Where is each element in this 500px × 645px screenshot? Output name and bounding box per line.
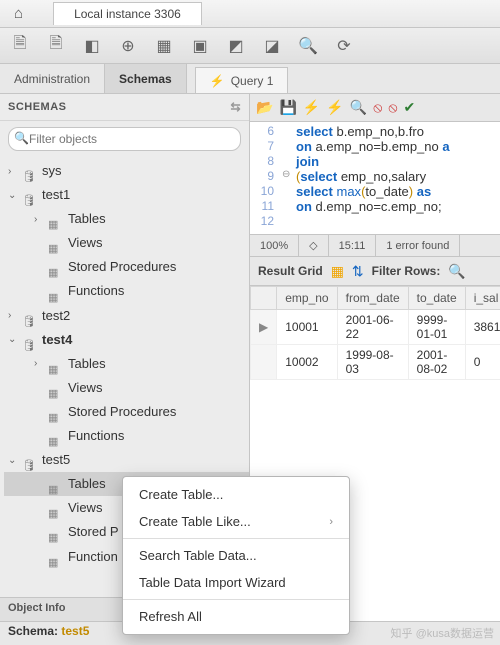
folder-icon (48, 478, 64, 490)
ctx-create-table-[interactable]: Create Table... (123, 481, 349, 508)
folder-icon (48, 430, 64, 442)
execute-icon[interactable]: ⚡ (303, 99, 320, 116)
new-schema-icon[interactable]: ⊕ (116, 34, 140, 58)
ctx-refresh-all[interactable]: Refresh All (123, 603, 349, 630)
tree-node-test2[interactable]: ›test2 (4, 304, 249, 328)
commit-icon[interactable]: ✔ (403, 99, 415, 116)
filter-rows-label: Filter Rows: (372, 264, 441, 278)
schemas-title: SCHEMAS (8, 101, 67, 113)
search-icon: 🔍 (14, 131, 29, 145)
grid-icon[interactable]: ▦ (331, 263, 344, 280)
tab-schemas[interactable]: Schemas (105, 64, 187, 93)
tree-fn[interactable]: Functions (4, 279, 249, 303)
schema-label: Schema: (8, 624, 58, 638)
schemas-header: SCHEMAS ⇆ (0, 94, 249, 121)
tree-sp[interactable]: Stored Procedures (4, 400, 249, 424)
tree-tables[interactable]: ›Tables (4, 352, 249, 376)
open-icon[interactable]: 📂 (256, 99, 273, 116)
watermark: 知乎 @kusa数据运营 (391, 625, 494, 641)
folder-icon (48, 382, 64, 394)
folder-icon (48, 261, 64, 273)
folder-icon (48, 358, 64, 370)
db-icon (22, 165, 38, 177)
tree-fn[interactable]: Functions (4, 424, 249, 448)
refresh-arrows-icon[interactable]: ⇆ (230, 100, 241, 114)
folder-icon (48, 551, 64, 563)
reconnect-icon[interactable]: ⟳ (332, 34, 356, 58)
ctx-search-table-data-[interactable]: Search Table Data... (123, 542, 349, 569)
folder-icon (48, 237, 64, 249)
save-icon[interactable]: 💾 (279, 99, 296, 116)
new-view-icon[interactable]: ▣ (188, 34, 212, 58)
db-icon (22, 334, 38, 346)
execute-step-icon[interactable]: ⚡ (326, 99, 343, 116)
filter-input[interactable] (8, 127, 241, 151)
ctx-create-table-like-[interactable]: Create Table Like...› (123, 508, 349, 535)
tree-node-sys[interactable]: ›sys (4, 159, 249, 183)
explain-icon[interactable]: 🔍 (350, 99, 367, 116)
folder-icon (48, 286, 64, 298)
kill-icon[interactable]: ⦸ (388, 99, 397, 116)
tab-administration[interactable]: Administration (0, 64, 105, 93)
home-icon[interactable]: ⌂ (14, 5, 23, 22)
error-status: 1 error found (376, 235, 460, 256)
sql-file-new-icon[interactable]: 🗎 (8, 34, 32, 58)
result-header: Result Grid ▦ ⇅ Filter Rows: 🔍 (250, 256, 500, 286)
folder-icon (48, 213, 64, 225)
ctx-table-data-import-wizard[interactable]: Table Data Import Wizard (123, 569, 349, 596)
editor-status: 100% ◇ 15:11 1 error found (250, 234, 500, 256)
main-toolbar: 🗎 🗎 ◧ ⊕ ▦ ▣ ◩ ◪ 🔍 ⟳ (0, 28, 500, 64)
sql-file-open-icon[interactable]: 🗎 (44, 34, 68, 58)
search-icon[interactable]: 🔍 (448, 263, 465, 280)
tab-query1[interactable]: ⚡ Query 1 (195, 67, 289, 93)
tree-views[interactable]: Views (4, 376, 249, 400)
editor-toolbar: 📂 💾 ⚡ ⚡ 🔍 ⦸ ⦸ ✔ (250, 94, 500, 122)
bolt-icon: ⚡ (210, 74, 225, 88)
tree-node-test1[interactable]: ⌄test1 (4, 183, 249, 207)
tree-sp[interactable]: Stored Procedures (4, 255, 249, 279)
query-tab-label: Query 1 (231, 74, 274, 88)
db-icon (22, 189, 38, 201)
search-data-icon[interactable]: 🔍 (296, 34, 320, 58)
connection-tab[interactable]: Local instance 3306 (53, 2, 202, 25)
tree-tables[interactable]: ›Tables (4, 207, 249, 231)
context-menu[interactable]: Create Table...Create Table Like...› Sear… (122, 476, 350, 635)
tree-node-test4[interactable]: ⌄test4 (4, 328, 249, 352)
cursor-pos: 15:11 (329, 235, 377, 256)
folder-icon (48, 502, 64, 514)
new-fn-icon[interactable]: ◪ (260, 34, 284, 58)
zoom-level[interactable]: 100% (250, 235, 299, 256)
stop-icon[interactable]: ⦸ (373, 99, 382, 116)
filter-icon[interactable]: ⇅ (352, 263, 364, 280)
db-icon (22, 454, 38, 466)
result-grid-label: Result Grid (258, 264, 323, 278)
stepper-icon[interactable]: ◇ (299, 235, 328, 256)
inspector-icon[interactable]: ◧ (80, 34, 104, 58)
panel-tabs: Administration Schemas ⚡ Query 1 (0, 64, 500, 94)
schema-value: test5 (61, 624, 89, 638)
new-sp-icon[interactable]: ◩ (224, 34, 248, 58)
folder-icon (48, 406, 64, 418)
folder-icon (48, 526, 64, 538)
db-icon (22, 310, 38, 322)
new-table-icon[interactable]: ▦ (152, 34, 176, 58)
tree-views[interactable]: Views (4, 231, 249, 255)
tree-node-test5[interactable]: ⌄test5 (4, 448, 249, 472)
sql-editor[interactable]: 6select b.emp_no,b.fro7on a.emp_no=b.emp… (250, 122, 500, 234)
titlebar: ⌂ Local instance 3306 (0, 0, 500, 28)
